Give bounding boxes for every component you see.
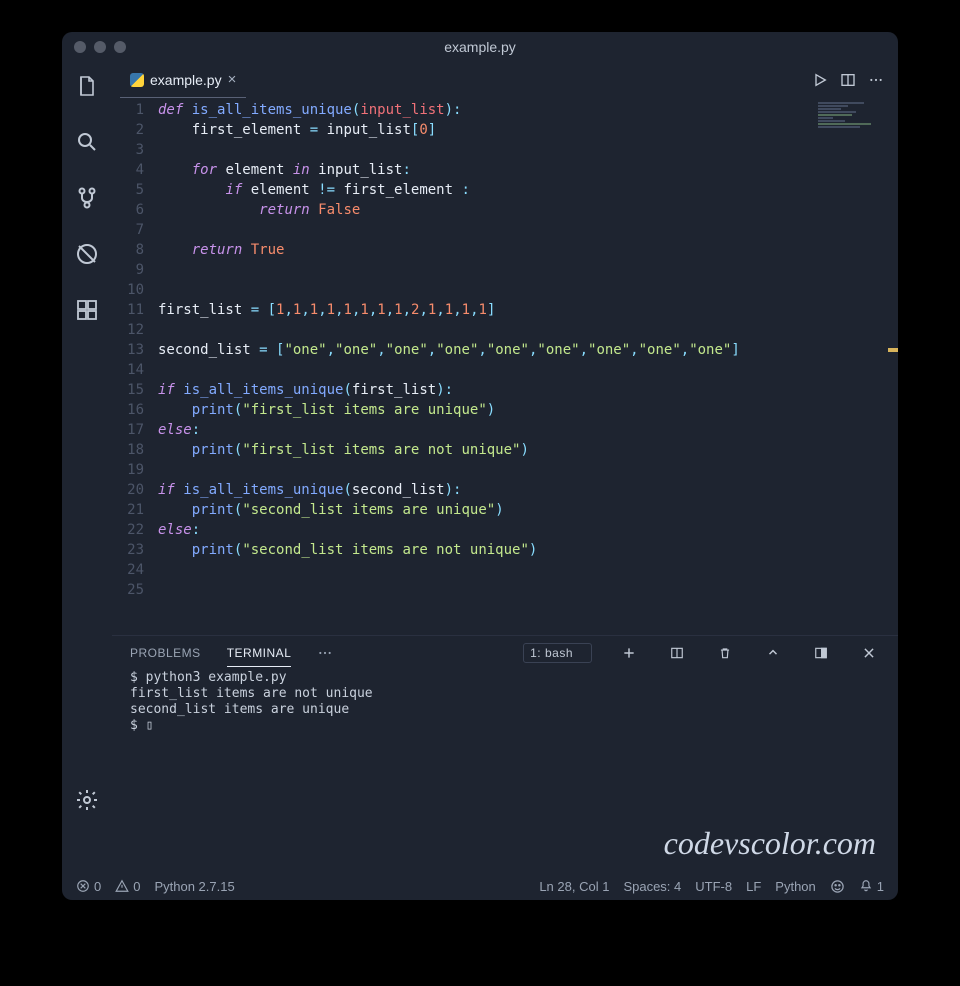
status-eol[interactable]: LF [746, 879, 761, 894]
close-panel-icon[interactable] [858, 642, 880, 664]
search-icon[interactable] [73, 128, 101, 156]
code-editor[interactable]: 1234567891011121314151617181920212223242… [112, 98, 898, 635]
window-controls [74, 41, 126, 53]
status-language[interactable]: Python [775, 879, 815, 894]
maximize-window-button[interactable] [114, 41, 126, 53]
split-terminal-icon[interactable] [666, 642, 688, 664]
close-window-button[interactable] [74, 41, 86, 53]
panel-tabs: PROBLEMS TERMINAL 1: bash [112, 636, 898, 670]
status-python-version[interactable]: Python 2.7.15 [154, 879, 234, 894]
activity-bar [62, 62, 112, 870]
debug-icon[interactable] [73, 240, 101, 268]
maximize-panel-icon[interactable] [762, 642, 784, 664]
terminal-selector[interactable]: 1: bash [523, 643, 592, 663]
titlebar: example.py [62, 32, 898, 62]
line-number-gutter: 1234567891011121314151617181920212223242… [112, 98, 158, 635]
minimap[interactable] [816, 100, 896, 160]
extensions-icon[interactable] [73, 296, 101, 324]
new-terminal-icon[interactable] [618, 642, 640, 664]
editor-column: example.py × 123456789101112131415161718… [112, 62, 898, 870]
panel-more-icon[interactable] [317, 645, 333, 661]
tab-problems[interactable]: PROBLEMS [130, 646, 201, 660]
editor-window: example.py [62, 32, 898, 900]
tab-example-py[interactable]: example.py × [120, 62, 246, 98]
status-errors[interactable]: 0 [76, 879, 101, 894]
tab-filename: example.py [150, 72, 222, 88]
explorer-icon[interactable] [73, 72, 101, 100]
close-tab-icon[interactable]: × [228, 71, 237, 88]
source-control-icon[interactable] [73, 184, 101, 212]
status-feedback-icon[interactable] [830, 879, 845, 894]
tab-terminal[interactable]: TERMINAL [227, 646, 292, 667]
window-title: example.py [62, 39, 898, 55]
more-actions-icon[interactable] [862, 66, 890, 94]
settings-gear-icon[interactable] [73, 786, 101, 814]
scroll-marker [888, 348, 898, 352]
python-file-icon [130, 73, 144, 87]
toggle-panel-icon[interactable] [810, 642, 832, 664]
run-icon[interactable] [806, 66, 834, 94]
code-content[interactable]: def is_all_items_unique(input_list): fir… [158, 98, 898, 635]
kill-terminal-icon[interactable] [714, 642, 736, 664]
minimize-window-button[interactable] [94, 41, 106, 53]
status-bar: 0 0 Python 2.7.15 Ln 28, Col 1 Spaces: 4… [62, 872, 898, 900]
status-encoding[interactable]: UTF-8 [695, 879, 732, 894]
split-editor-icon[interactable] [834, 66, 862, 94]
tab-bar: example.py × [112, 62, 898, 98]
status-notifications[interactable]: 1 [859, 879, 884, 894]
status-warnings[interactable]: 0 [115, 879, 140, 894]
main-area: example.py × 123456789101112131415161718… [62, 62, 898, 870]
status-cursor-position[interactable]: Ln 28, Col 1 [539, 879, 609, 894]
watermark: codevscolor.com [664, 825, 876, 862]
status-indentation[interactable]: Spaces: 4 [623, 879, 681, 894]
